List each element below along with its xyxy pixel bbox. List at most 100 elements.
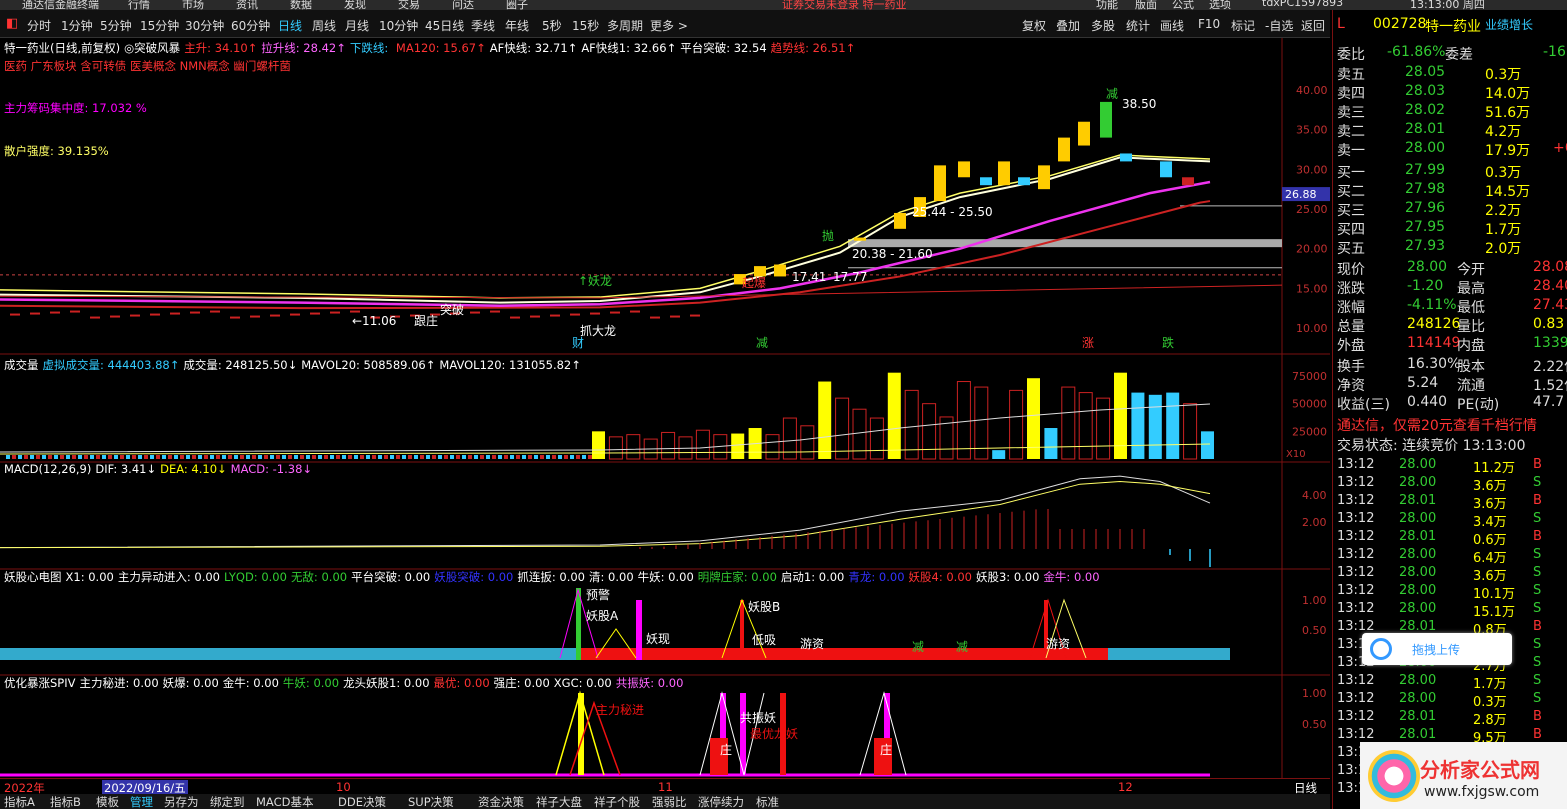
stat-value: 5.24	[1407, 375, 1439, 391]
menu-item[interactable]: 圈子	[506, 0, 528, 10]
volume-bar	[1009, 389, 1024, 460]
timeframe-8[interactable]: 月线	[345, 17, 369, 34]
menu-item[interactable]: 数据	[290, 0, 312, 10]
small-volume-bar	[486, 455, 490, 459]
bottom-tab[interactable]: 强弱比	[652, 794, 687, 809]
bottom-tab[interactable]: MACD基本	[256, 794, 313, 809]
indicator-value: 优化暴涨SPIV	[4, 676, 76, 690]
menu-item[interactable]: 行情	[128, 0, 150, 10]
volume-bar	[1148, 394, 1162, 459]
timeframe-11[interactable]: 季线	[471, 17, 495, 34]
bottom-tab[interactable]: 祥子个股	[594, 794, 640, 809]
bid-price: 27.95	[1405, 219, 1446, 235]
tick-price: 28.01	[1399, 529, 1437, 544]
ask-label: 卖四	[1337, 86, 1365, 102]
bottom-tab[interactable]: 资金决策	[478, 794, 524, 809]
volume-bar	[818, 381, 832, 459]
small-volume-bar	[450, 455, 454, 459]
menu-item-right[interactable]: 功能	[1096, 0, 1118, 10]
tick-volume: 3.6万	[1473, 479, 1507, 494]
stat-label: 现价	[1337, 262, 1365, 278]
timeframe-9[interactable]: 10分钟	[379, 17, 418, 34]
bottom-tab[interactable]: 指标B	[50, 794, 81, 809]
small-volume-bar	[228, 455, 232, 459]
small-volume-bar	[144, 455, 148, 459]
small-volume-bar	[108, 455, 112, 459]
tick-volume: 15.1万	[1473, 605, 1515, 620]
bottom-tab[interactable]: SUP决策	[408, 794, 454, 809]
menu-item-right[interactable]: 选项	[1209, 0, 1231, 10]
bid-row: 买二 27.98 14.5万	[1333, 181, 1567, 200]
tick-row: 13:12 28.01 2.8万 B	[1333, 709, 1567, 728]
timeframe-3[interactable]: 15分钟	[140, 17, 179, 34]
menu-item[interactable]: 市场	[182, 0, 204, 10]
bottom-tab[interactable]: 指标A	[4, 794, 35, 809]
timeframe-0[interactable]: 分时	[27, 17, 51, 34]
price-axis-tick: 15.00	[1296, 282, 1328, 295]
bid-row: 买四 27.95 1.7万	[1333, 219, 1567, 238]
timeframe-4[interactable]: 30分钟	[185, 17, 224, 34]
small-candle	[650, 316, 660, 319]
chart-annotation: 跟庄	[414, 313, 438, 328]
timeframe-6[interactable]: 日线	[278, 17, 302, 34]
toolbar-3[interactable]: 统计	[1126, 17, 1150, 34]
small-candle	[30, 312, 40, 315]
toolbar-7[interactable]: -自选	[1265, 17, 1293, 34]
small-volume-bar	[318, 455, 322, 459]
small-candle	[630, 310, 640, 313]
timeframe-7[interactable]: 周线	[312, 17, 336, 34]
timeframe-10[interactable]: 45日线	[425, 17, 464, 34]
indicator-value: 清: 0.00	[589, 570, 634, 584]
toolbar-1[interactable]: 叠加	[1056, 17, 1080, 34]
menu-item-right[interactable]: 版面	[1135, 0, 1157, 10]
toolbar-5[interactable]: F10	[1198, 17, 1220, 31]
bid-label: 买三	[1337, 203, 1365, 219]
yao-spike	[740, 600, 744, 660]
timeframe-2[interactable]: 5分钟	[100, 17, 132, 34]
menu-item[interactable]: 交易	[398, 0, 420, 10]
toolbar-0[interactable]: 复权	[1022, 17, 1046, 34]
bottom-tab[interactable]: 绑定到	[210, 794, 245, 809]
bid-label: 买二	[1337, 184, 1365, 200]
timeframe-5[interactable]: 60分钟	[231, 17, 270, 34]
upload-widget[interactable]: 拖拽上传	[1362, 633, 1512, 665]
volume-bar	[835, 397, 850, 460]
small-volume-bar	[282, 455, 286, 459]
bottom-tab[interactable]: 标准	[756, 794, 779, 809]
toolbar-4[interactable]: 画线	[1160, 17, 1184, 34]
menu-item[interactable]: 发现	[344, 0, 366, 10]
date-label: 10	[336, 780, 351, 794]
timeframe-15[interactable]: 多周期	[607, 17, 643, 34]
indicator-value: 牛妖: 0.00	[637, 570, 694, 584]
menu-item[interactable]: 问达	[452, 0, 474, 10]
timeframe-16[interactable]: 更多 >	[650, 17, 688, 34]
menu-icon[interactable]: ◧	[6, 16, 18, 31]
toolbar-2[interactable]: 多股	[1091, 17, 1115, 34]
small-volume-bar	[18, 455, 22, 459]
timeframe-13[interactable]: 5秒	[542, 17, 562, 34]
small-volume-bar	[504, 455, 508, 459]
stat-row: 外盘 114149内盘 133977	[1333, 335, 1567, 354]
bottom-tab[interactable]: 祥子大盘	[536, 794, 582, 809]
toolbar-6[interactable]: 标记	[1231, 17, 1255, 34]
timeframe-12[interactable]: 年线	[505, 17, 529, 34]
menu-item[interactable]: 资讯	[236, 0, 258, 10]
toolbar-8[interactable]: 返回	[1301, 17, 1325, 34]
small-volume-bar	[6, 455, 10, 459]
timeframe-14[interactable]: 15秒	[572, 17, 599, 34]
menu-item-right[interactable]: 公式	[1172, 0, 1194, 10]
bottom-tab[interactable]: 另存为	[164, 794, 199, 809]
volume-bar	[695, 429, 710, 460]
bottom-tab[interactable]: 模板	[96, 794, 119, 809]
timeframe-1[interactable]: 1分钟	[61, 17, 93, 34]
bottom-tab[interactable]: 管理	[130, 794, 153, 809]
resistance-band	[848, 239, 1282, 248]
ask-row: 卖三 28.02 51.6万	[1333, 102, 1567, 121]
ask-price: 28.00	[1405, 140, 1446, 156]
bottom-tab[interactable]: 涨停续力	[698, 794, 744, 809]
bottom-tab[interactable]: DDE决策	[338, 794, 386, 809]
small-volume-bar	[342, 455, 346, 459]
chart-annotation: 起爆	[742, 276, 766, 290]
bid-label: 买五	[1337, 241, 1365, 257]
tick-time: 13:12	[1337, 619, 1375, 634]
